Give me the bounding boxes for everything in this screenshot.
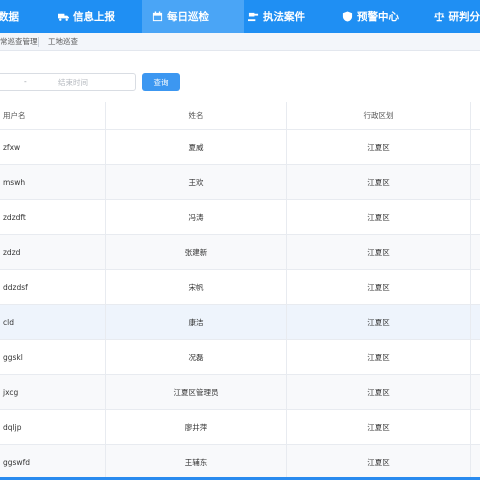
cell-username: zdzd: [3, 247, 21, 257]
column-header-name: 姓名: [105, 102, 287, 129]
cell-name: 夏威: [105, 130, 287, 164]
cell-name: 江夏区管理员: [105, 375, 287, 409]
cell-region: 江夏区: [287, 165, 471, 199]
end-date-placeholder: 结束时间: [58, 78, 88, 87]
nav-item-report[interactable]: 信息上报: [48, 0, 128, 33]
cell-username: zfxw: [3, 142, 21, 152]
breadcrumb: 常巡查管理 工地巡查: [0, 33, 480, 51]
nav-item-label: 信息上报: [73, 11, 115, 23]
cell-region: 江夏区: [287, 235, 471, 269]
nav-item-data[interactable]: 数据: [0, 0, 26, 33]
cell-region: 江夏区: [287, 305, 471, 339]
cell-name: 冯涛: [105, 200, 287, 234]
nav-item-label: 每日巡检: [167, 11, 209, 23]
cell-username: mswh: [3, 177, 26, 187]
date-range-picker[interactable]: - 结束时间: [0, 73, 136, 91]
nav-item-label: 预警中心: [357, 11, 399, 23]
breadcrumb-item-patrol-management[interactable]: 常巡查管理: [0, 36, 38, 47]
nav-item-enforcement[interactable]: 执法案件: [246, 0, 340, 33]
cell-name: 况磊: [105, 340, 287, 374]
cell-region: 江夏区: [287, 375, 471, 409]
calendar-icon: [152, 11, 163, 22]
cell-username: cld: [3, 317, 14, 327]
breadcrumb-divider: [38, 37, 39, 47]
top-nav-bar: 数据 信息上报 每日巡检 执法案件 预警中心 研判分: [0, 0, 480, 33]
nav-item-analysis[interactable]: 研判分: [434, 0, 480, 33]
cell-region: 江夏区: [287, 410, 471, 444]
table-row[interactable]: zdzd 张建新 江夏区: [0, 235, 480, 270]
cell-name: 康洁: [105, 305, 287, 339]
nav-item-label: 执法案件: [263, 11, 305, 23]
cell-region: 江夏区: [287, 130, 471, 164]
query-button[interactable]: 查询: [142, 73, 180, 91]
table-row[interactable]: zfxw 夏威 江夏区: [0, 130, 480, 165]
cell-name: 王辅东: [105, 445, 287, 479]
truck-icon: [58, 13, 69, 21]
cell-username: ddzdsf: [3, 282, 28, 292]
gavel-icon: [248, 12, 259, 22]
table-header-row: 用户名 姓名 行政区划: [0, 102, 480, 130]
table-row[interactable]: ggskl 况磊 江夏区: [0, 340, 480, 375]
cell-region: 江夏区: [287, 270, 471, 304]
column-header-region: 行政区划: [287, 102, 471, 129]
nav-item-daily-inspection[interactable]: 每日巡检: [142, 0, 244, 33]
scale-icon: [434, 12, 445, 22]
cell-username: ggswfd: [3, 457, 30, 467]
nav-item-warning-center[interactable]: 预警中心: [342, 0, 432, 33]
cell-username: dqljp: [3, 422, 22, 432]
breadcrumb-item-site-inspection[interactable]: 工地巡查: [48, 36, 78, 47]
cell-region: 江夏区: [287, 445, 471, 479]
date-range-separator: -: [24, 77, 27, 86]
table-row[interactable]: dqljp 廖井萍 江夏区: [0, 410, 480, 445]
cell-name: 宋帆: [105, 270, 287, 304]
cell-username: ggskl: [3, 352, 23, 362]
table-row[interactable]: ggswfd 王辅东 江夏区: [0, 445, 480, 480]
cell-name: 廖井萍: [105, 410, 287, 444]
cell-region: 江夏区: [287, 200, 471, 234]
nav-item-label: 研判分: [448, 11, 480, 23]
cell-name: 张建新: [105, 235, 287, 269]
nav-item-label: 数据: [0, 11, 19, 23]
table-row[interactable]: zdzdft 冯涛 江夏区: [0, 200, 480, 235]
table-row[interactable]: jxcg 江夏区管理员 江夏区: [0, 375, 480, 410]
user-table: 用户名 姓名 行政区划 zfxw 夏威 江夏区 mswh 王欢 江夏区 zdzdft 冯涛 江夏…: [0, 102, 480, 480]
table-row[interactable]: mswh 王欢 江夏区: [0, 165, 480, 200]
shield-icon: [342, 11, 353, 22]
cell-username: jxcg: [3, 387, 19, 397]
cell-name: 王欢: [105, 165, 287, 199]
column-header-username: 用户名: [3, 111, 26, 120]
table-row[interactable]: cld 康洁 江夏区: [0, 305, 480, 340]
table-row[interactable]: ddzdsf 宋帆 江夏区: [0, 270, 480, 305]
cell-username: zdzdft: [3, 212, 26, 222]
cell-region: 江夏区: [287, 340, 471, 374]
